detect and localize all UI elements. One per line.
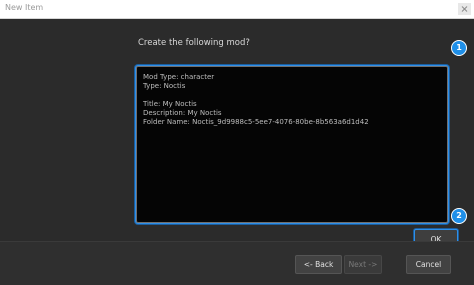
confirmation-prompt: Create the following mod?	[138, 38, 250, 48]
close-icon	[461, 6, 468, 12]
new-item-window: New Item Create the following mod? Mod T…	[0, 0, 474, 285]
window-title: New Item	[5, 3, 44, 12]
cancel-button[interactable]: Cancel	[406, 255, 451, 274]
step-badge-1: 1	[451, 40, 467, 56]
footer-bar: <- Back Next -> Cancel	[0, 241, 474, 285]
dialog-content: Create the following mod? Mod Type: char…	[0, 19, 474, 248]
close-button[interactable]	[458, 3, 471, 15]
back-button[interactable]: <- Back	[295, 255, 342, 274]
next-button[interactable]: Next ->	[344, 255, 382, 274]
summary-line-mod-type: Mod Type: character	[143, 73, 215, 81]
summary-line-title: Title: My Noctis	[143, 100, 197, 108]
step-badge-2: 2	[451, 208, 467, 224]
summary-spacer	[143, 91, 441, 100]
title-bar: New Item	[0, 0, 474, 19]
summary-line-type: Type: Noctis	[143, 82, 186, 90]
summary-line-folder-name: Folder Name: Noctis_9d9988c5-5ee7-4076-8…	[143, 118, 369, 126]
summary-line-description: Description: My Noctis	[143, 109, 222, 117]
mod-summary-box[interactable]: Mod Type: character Type: Noctis Title: …	[136, 66, 448, 223]
